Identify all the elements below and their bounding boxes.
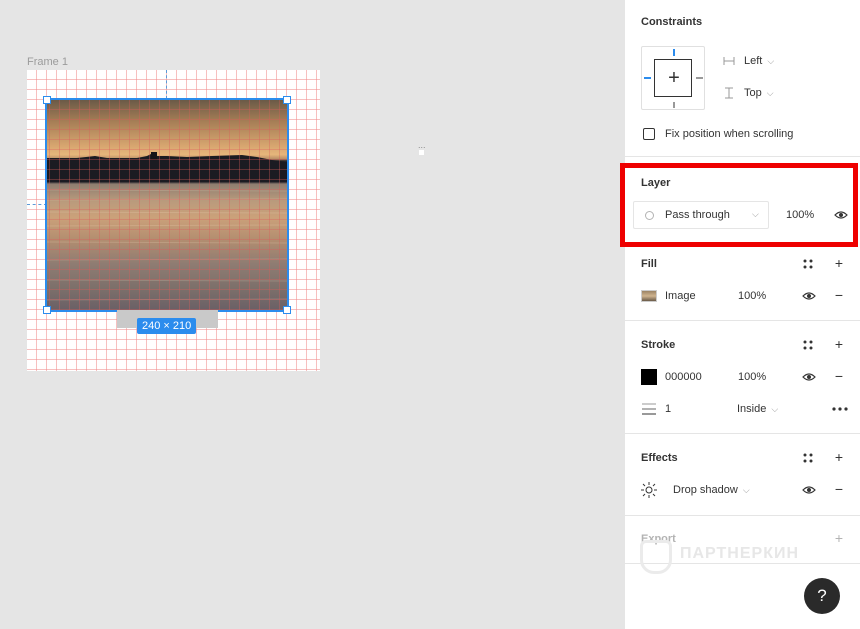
chevron-down-icon: ⌵	[742, 484, 750, 495]
stroke-title: Stroke	[641, 339, 676, 351]
horizontal-constraint-dropdown[interactable]: Left ⌵	[723, 55, 774, 67]
canvas-marker-dots: ...	[418, 140, 426, 150]
resize-handle-bottom-right[interactable]	[283, 306, 291, 314]
resize-handle-bottom-left[interactable]	[43, 306, 51, 314]
layer-highlight-annotation	[620, 163, 858, 247]
more-options-icon[interactable]	[832, 407, 848, 411]
frame-label[interactable]: Frame 1	[27, 56, 68, 68]
stroke-position-value: Inside	[737, 403, 767, 415]
stroke-weight-input[interactable]: 1	[665, 403, 671, 415]
constraints-widget[interactable]: +	[641, 46, 705, 110]
size-badge: 240 × 210	[137, 318, 197, 334]
chevron-down-icon: ⌵	[767, 55, 775, 66]
sun-icon[interactable]	[641, 482, 657, 498]
watermark: ПАРТНЕРКИН	[680, 545, 800, 562]
properties-panel: Constraints + Left ⌵ Top ⌵ Fix position …	[624, 0, 860, 629]
remove-fill-button[interactable]: −	[832, 288, 846, 302]
plus-icon: +	[668, 67, 680, 89]
fill-type-label[interactable]: Image	[665, 290, 696, 302]
constraints-section: Constraints + Left ⌵ Top ⌵ Fix position …	[625, 0, 860, 157]
watermark-logo-icon	[640, 540, 672, 574]
selected-image-layer[interactable]	[45, 98, 289, 312]
fix-position-label[interactable]: Fix position when scrolling	[665, 128, 793, 140]
fill-opacity-input[interactable]: 100%	[738, 290, 766, 302]
effect-type-value: Drop shadow	[673, 484, 738, 496]
horizontal-constraint-value: Left	[744, 55, 763, 67]
effects-section: Effects + Drop shadow ⌵ −	[625, 434, 860, 516]
horizontal-constraint-icon	[723, 57, 735, 65]
add-stroke-button[interactable]: +	[832, 337, 846, 351]
remove-effect-button[interactable]: −	[832, 482, 846, 496]
fix-position-checkbox[interactable]	[643, 128, 655, 140]
resize-handle-top-left[interactable]	[43, 96, 51, 104]
canvas-marker: ...	[418, 140, 426, 155]
canvas[interactable]: Frame 1 240 × 210 ...	[0, 0, 624, 629]
chevron-down-icon: ⌵	[771, 403, 779, 414]
style-grid-icon[interactable]	[802, 339, 814, 351]
style-grid-icon[interactable]	[802, 452, 814, 464]
fill-section: Fill + Image 100% −	[625, 245, 860, 321]
layout-grid-overlay	[47, 100, 287, 310]
chevron-down-icon: ⌵	[766, 87, 774, 98]
canvas-marker-square	[419, 150, 424, 155]
stroke-weight-icon	[642, 403, 656, 415]
resize-handle-top-right[interactable]	[283, 96, 291, 104]
add-effect-button[interactable]: +	[832, 450, 846, 464]
style-grid-icon[interactable]	[802, 258, 814, 270]
help-button[interactable]: ?	[804, 578, 840, 614]
vertical-constraint-value: Top	[744, 87, 762, 99]
constraints-title: Constraints	[641, 16, 703, 28]
eye-icon[interactable]	[802, 372, 816, 382]
add-fill-button[interactable]: +	[832, 256, 846, 270]
distance-guide-left	[27, 204, 47, 205]
stroke-section: Stroke + 000000 100% − 1 Inside ⌵	[625, 321, 860, 434]
stroke-color-value[interactable]: 000000	[665, 371, 702, 383]
stroke-opacity-input[interactable]: 100%	[738, 371, 766, 383]
constraint-inner-box: +	[654, 59, 692, 97]
image-fill-swatch[interactable]	[641, 290, 657, 302]
vertical-constraint-icon	[725, 87, 733, 99]
remove-stroke-button[interactable]: −	[832, 369, 846, 383]
add-export-button[interactable]: +	[832, 531, 846, 545]
eye-icon[interactable]	[802, 485, 816, 495]
distance-guide-top	[166, 70, 167, 99]
effect-type-dropdown[interactable]: Drop shadow ⌵	[673, 484, 750, 496]
eye-icon[interactable]	[802, 291, 816, 301]
vertical-constraint-dropdown[interactable]: Top ⌵	[723, 87, 774, 99]
effects-title: Effects	[641, 452, 678, 464]
stroke-color-swatch[interactable]	[641, 369, 657, 385]
fill-title: Fill	[641, 258, 657, 270]
stroke-position-dropdown[interactable]: Inside ⌵	[737, 403, 778, 415]
